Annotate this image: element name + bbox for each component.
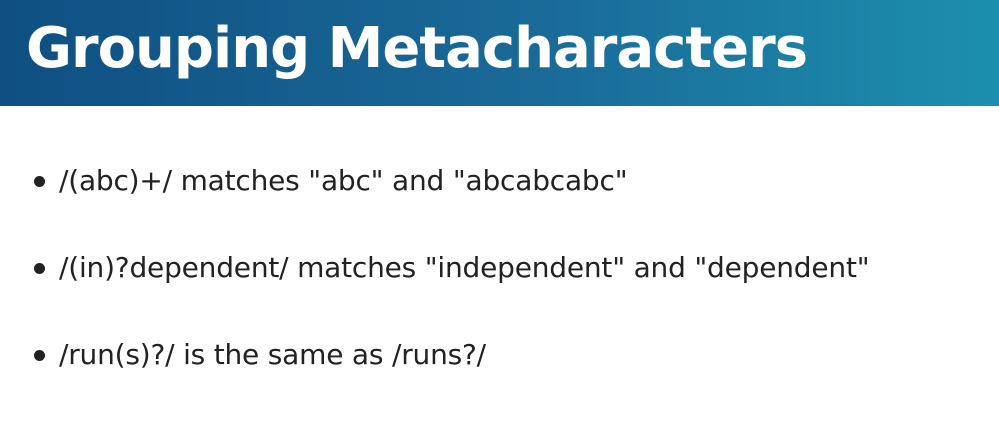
- bullet-dot-icon: [34, 175, 45, 187]
- bullet-list: /(abc)+/ matches "abc" and "abcabcabc" /…: [0, 0, 999, 439]
- bullet-item: /(abc)+/ matches "abc" and "abcabcabc": [34, 159, 628, 203]
- bullet-dot-icon: [34, 349, 45, 361]
- bullet-text: /(in)?dependent/ matches "independent" a…: [59, 251, 870, 284]
- bullet-item: /(in)?dependent/ matches "independent" a…: [34, 246, 870, 290]
- bullet-text: /run(s)?/ is the same as /runs?/: [59, 338, 486, 371]
- slide: Grouping Metacharacters /(abc)+/ matches…: [0, 0, 999, 439]
- bullet-dot-icon: [34, 262, 45, 274]
- bullet-item: /run(s)?/ is the same as /runs?/: [34, 333, 486, 377]
- bullet-text: /(abc)+/ matches "abc" and "abcabcabc": [59, 164, 628, 197]
